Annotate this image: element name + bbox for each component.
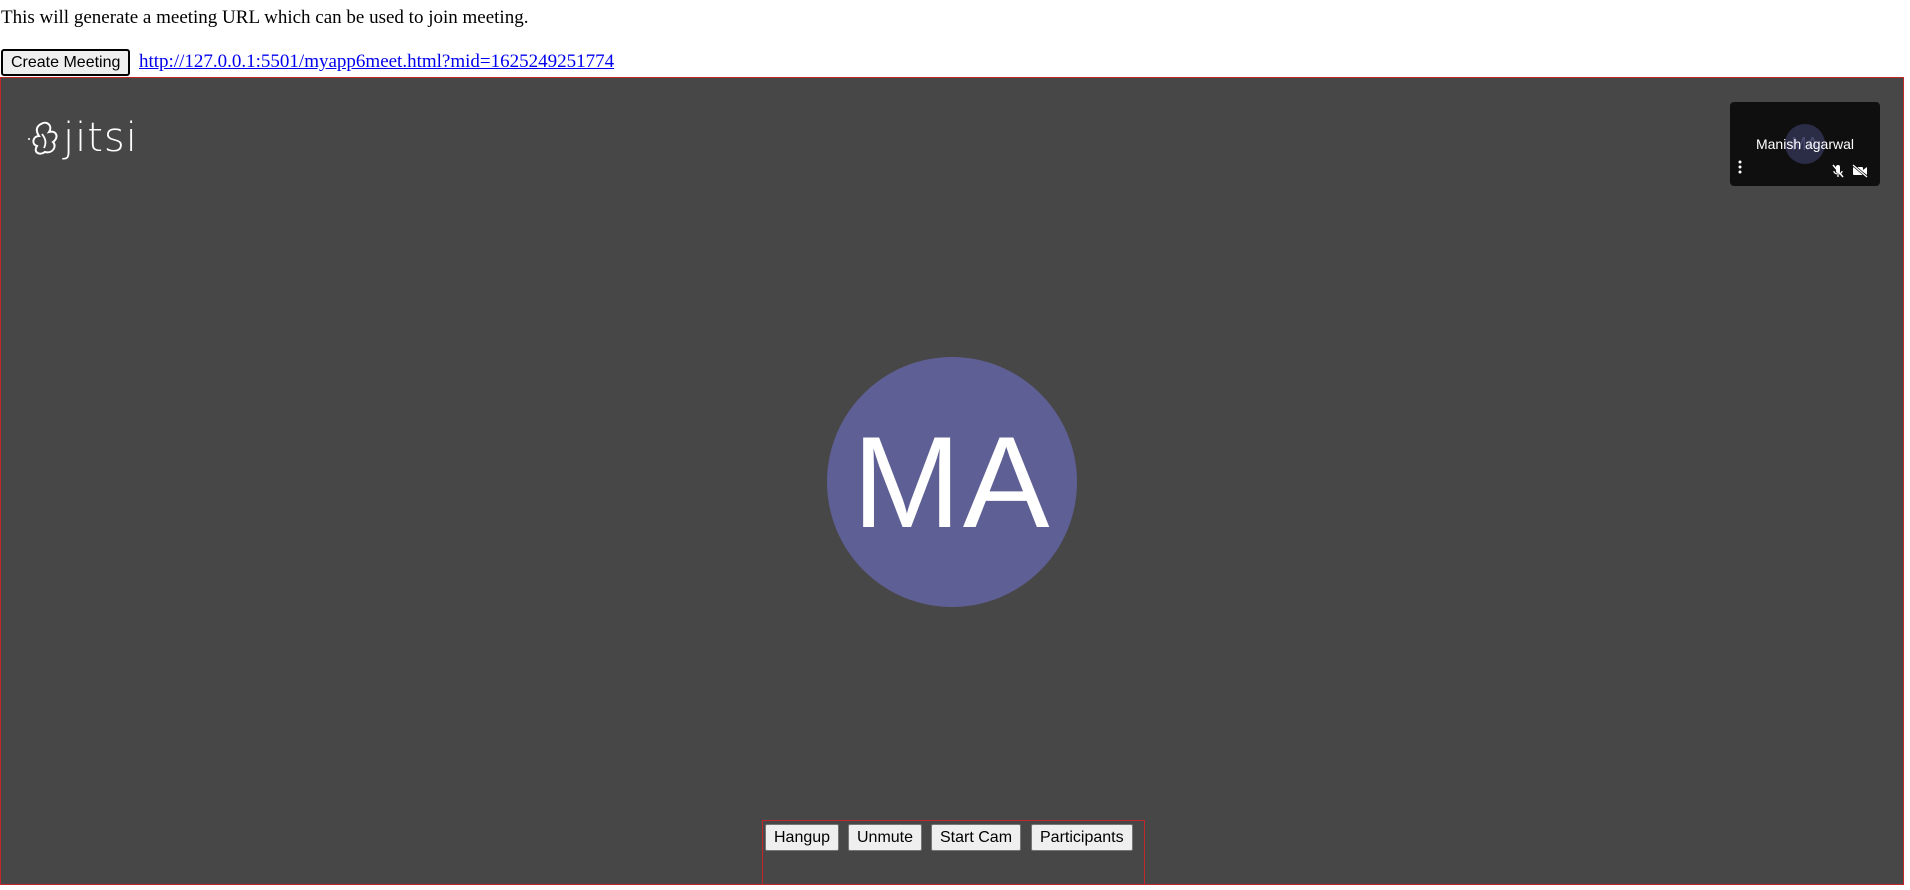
participant-avatar-large: MA xyxy=(827,357,1077,607)
meeting-controls-toolbar: Hangup Unmute Start Cam Participants xyxy=(762,820,1145,884)
jitsi-logo-text: jitsi xyxy=(63,115,138,161)
intro-text: This will generate a meeting URL which c… xyxy=(1,7,529,28)
thumbnail-display-name: Manish agarwal xyxy=(1755,136,1855,152)
meeting-url-link[interactable]: http://127.0.0.1:5501/myapp6meet.html?mi… xyxy=(139,50,614,74)
camera-off-icon xyxy=(1852,164,1868,178)
jitsi-meeting-frame: jitsi MA MA Manish agarwal Hangup Unmute… xyxy=(0,77,1904,885)
hangup-button[interactable]: Hangup xyxy=(765,824,840,851)
mic-muted-icon xyxy=(1832,164,1844,178)
more-vertical-icon[interactable] xyxy=(1738,160,1742,174)
start-cam-button[interactable]: Start Cam xyxy=(931,824,1022,851)
local-video-thumbnail[interactable]: MA Manish agarwal xyxy=(1730,102,1880,186)
participants-button[interactable]: Participants xyxy=(1031,824,1133,851)
jitsi-logo-icon xyxy=(28,121,58,155)
create-meeting-button[interactable]: Create Meeting xyxy=(1,49,131,76)
jitsi-logo[interactable]: jitsi xyxy=(27,116,138,160)
unmute-button[interactable]: Unmute xyxy=(848,824,923,851)
